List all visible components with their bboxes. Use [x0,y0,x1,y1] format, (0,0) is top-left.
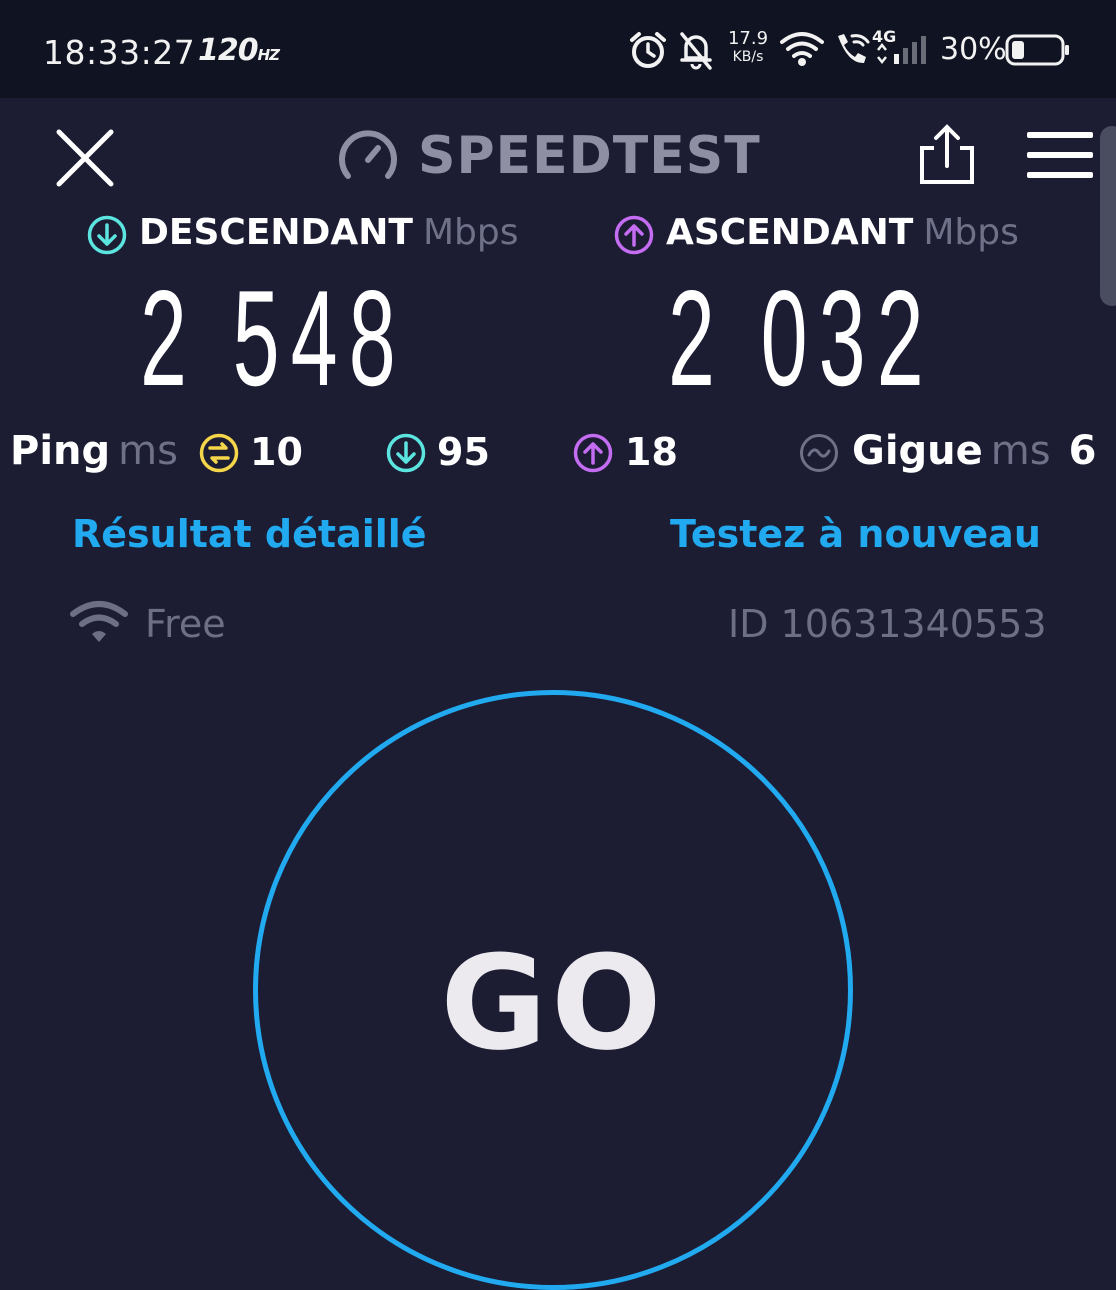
ping-unit: ms [118,428,178,474]
status-time: 18:33:27 [43,33,196,72]
download-speed-value: 2 548 [140,262,407,414]
share-icon[interactable] [916,124,978,186]
download-ping-value: 95 [437,430,490,474]
isp-name: Free [145,602,226,646]
upload-unit: Mbps [923,212,1019,253]
go-button[interactable]: GO [253,690,853,1290]
download-label: DESCENDANT [139,212,413,253]
battery-percent: 30% [940,32,1007,67]
test-again-link[interactable]: Testez à nouveau [670,512,1041,556]
ping-label: Ping [10,428,111,474]
wifi-icon [780,32,824,66]
jitter-group: Gigue ms 6 [852,428,1096,474]
go-label: GO [440,927,666,1079]
hamburger-menu-icon[interactable] [1027,132,1093,178]
network-speed: 17.9 KB/s [724,30,772,66]
speedometer-icon [339,130,397,179]
result-id: ID 10631340553 [728,602,1047,646]
jitter-value: 6 [1068,428,1097,474]
bell-off-icon [680,32,712,70]
wifi-calling-icon [838,34,870,64]
upload-ping-value: 18 [625,430,678,474]
refresh-rate-unit: HZ [257,46,280,64]
download-arrow-icon [87,215,127,255]
idle-ping-value: 10 [250,430,303,474]
jitter-icon [800,434,838,472]
wifi-icon [70,601,128,642]
alarm-icon [630,32,666,68]
download-ping-icon [386,433,426,473]
network-speed-unit: KB/s [732,49,764,65]
refresh-rate-indicator: 120HZ [198,33,280,68]
ping-row: Ping ms 10 95 18 Gigue ms 6 [0,428,1116,478]
upload-arrow-icon [614,215,654,255]
detailed-result-link[interactable]: Résultat détaillé [72,512,427,556]
refresh-rate-value: 120 [198,33,259,68]
network-speed-value: 17.9 [727,28,769,49]
logo-text: SPEEDTEST [418,126,761,186]
close-icon[interactable] [55,128,115,188]
edge-panel-handle[interactable] [1100,126,1116,306]
idle-ping-icon [199,433,239,473]
ping-label-group: Ping ms [10,428,178,474]
status-bar: 18:33:27 120HZ 17.9 KB/s 4G 30% [0,0,1116,98]
battery-icon [1005,34,1069,66]
download-unit: Mbps [422,212,519,253]
upload-ping-icon [573,433,613,473]
jitter-unit: ms [990,428,1051,474]
upload-speed-value: 2 032 [668,262,935,414]
signal-icon [877,36,926,65]
upload-label: ASCENDANT [666,212,914,253]
jitter-label: Gigue [852,428,983,474]
